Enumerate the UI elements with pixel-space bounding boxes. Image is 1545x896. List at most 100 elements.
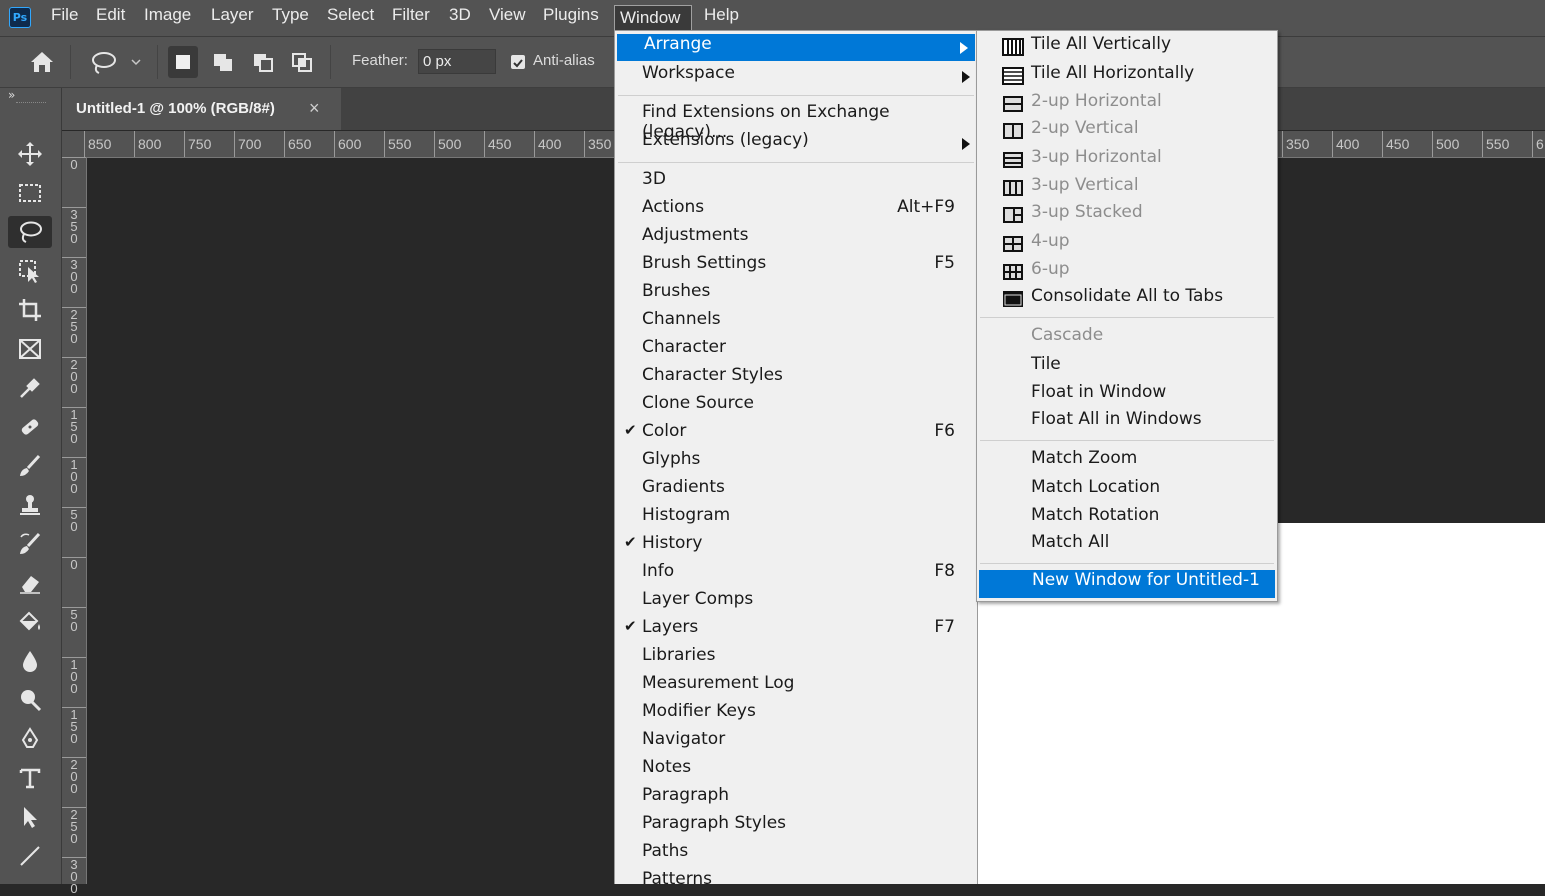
dodge-tool[interactable] (14, 684, 46, 716)
tile-vertical-icon (1002, 38, 1024, 56)
menu-item-notes[interactable]: Notes (615, 757, 977, 784)
menu-layer[interactable]: Layer (206, 5, 258, 31)
menu-item-consolidate-all-to-tabs[interactable]: Consolidate All to Tabs (977, 286, 1277, 313)
menu-item-adjustments[interactable]: Adjustments (615, 225, 977, 252)
antialias-label: Anti-alias (533, 52, 595, 69)
menu-item-tile-all-horizontally[interactable]: Tile All Horizontally (977, 63, 1277, 90)
frame-tool[interactable] (14, 333, 46, 365)
menu-item-tile[interactable]: Tile (977, 354, 1277, 381)
path-select-tool[interactable] (14, 801, 46, 833)
menu-item-gradients[interactable]: Gradients (615, 477, 977, 504)
lasso-tool[interactable] (8, 216, 52, 248)
menu-item-tile-all-vertically[interactable]: Tile All Vertically (977, 34, 1277, 61)
menu-item-paragraph[interactable]: Paragraph (615, 785, 977, 812)
menu-item-workspace[interactable]: Workspace (615, 63, 977, 90)
object-select-tool[interactable] (14, 255, 46, 287)
history-brush-tool[interactable] (14, 528, 46, 560)
menu-item-measurement-log[interactable]: Measurement Log (615, 673, 977, 700)
panel-collapse-button[interactable]: » (8, 88, 15, 102)
menu-item-label: Brush Settings (642, 253, 767, 273)
intersect-selection-button[interactable] (287, 46, 317, 78)
menu-item-modifier-keys[interactable]: Modifier Keys (615, 701, 977, 728)
menu-item-history[interactable]: History ✔ (615, 533, 977, 560)
menu-separator (618, 162, 974, 163)
menu-item-layers[interactable]: Layers F7 ✔ (615, 617, 977, 644)
ruler-label: 600 (334, 131, 361, 157)
menu-item-paths[interactable]: Paths (615, 841, 977, 868)
photoshop-logo[interactable]: Ps (9, 7, 31, 28)
eraser-tool[interactable] (14, 567, 46, 599)
menu-item-actions[interactable]: Actions Alt+F9 (615, 197, 977, 224)
menu-item-3d[interactable]: 3D (615, 169, 977, 196)
feather-input[interactable]: 0 px (418, 49, 496, 74)
menu-item-channels[interactable]: Channels (615, 309, 977, 336)
menu-image[interactable]: Image (139, 5, 201, 31)
menu-item-extensions-legacy[interactable]: Extensions (legacy) (615, 130, 977, 157)
menu-item-glyphs[interactable]: Glyphs (615, 449, 977, 476)
menu-3d[interactable]: 3D (444, 5, 476, 31)
menu-item-paragraph-styles[interactable]: Paragraph Styles (615, 813, 977, 840)
menu-plugins[interactable]: Plugins (538, 5, 608, 31)
healing-tool[interactable] (14, 411, 46, 443)
document-tab[interactable]: Untitled-1 @ 100% (RGB/8#) × (62, 88, 341, 130)
menu-item-brush-settings[interactable]: Brush Settings F5 (615, 253, 977, 280)
menu-item-match-zoom[interactable]: Match Zoom (977, 448, 1277, 475)
home-icon[interactable] (28, 49, 56, 75)
menu-help[interactable]: Help (699, 5, 745, 31)
menu-edit[interactable]: Edit (91, 5, 131, 31)
brush-tool[interactable] (14, 450, 46, 482)
panel-grip[interactable] (16, 102, 46, 105)
menu-filter[interactable]: Filter (387, 5, 437, 31)
type-tool[interactable] (14, 762, 46, 794)
menu-item-match-location[interactable]: Match Location (977, 477, 1277, 504)
line-tool[interactable] (14, 840, 46, 872)
4up-icon (1002, 235, 1024, 253)
menu-item-new-window-for-untitled-1[interactable]: New Window for Untitled-1 (979, 570, 1275, 598)
ruler-label: 3 5 0 (62, 207, 86, 245)
menu-item-character[interactable]: Character (615, 337, 977, 364)
menu-item-navigator[interactable]: Navigator (615, 729, 977, 756)
menu-item-histogram[interactable]: Histogram (615, 505, 977, 532)
menu-item-character-styles[interactable]: Character Styles (615, 365, 977, 392)
menu-item-label: Consolidate All to Tabs (1031, 286, 1224, 306)
paint-bucket-tool[interactable] (14, 606, 46, 638)
new-selection-button[interactable] (168, 46, 198, 78)
ruler-label: 3 0 0 (62, 257, 86, 295)
menu-item-libraries[interactable]: Libraries (615, 645, 977, 672)
crop-tool[interactable] (14, 294, 46, 326)
menu-item-patterns[interactable]: Patterns (615, 869, 977, 896)
ruler-label: 1 5 0 (62, 707, 86, 745)
eyedropper-tool[interactable] (14, 372, 46, 404)
stamp-tool[interactable] (14, 489, 46, 521)
menu-view[interactable]: View (484, 5, 530, 31)
menu-item-info[interactable]: Info F8 (615, 561, 977, 588)
menu-window[interactable]: Window (614, 5, 692, 31)
menu-file[interactable]: File (46, 5, 86, 31)
move-tool[interactable] (14, 138, 46, 170)
pen-icon (21, 727, 39, 748)
blur-tool[interactable] (14, 645, 46, 677)
menu-item-float-in-window[interactable]: Float in Window (977, 382, 1277, 409)
menu-item-brushes[interactable]: Brushes (615, 281, 977, 308)
menu-item-match-all[interactable]: Match All (977, 532, 1277, 559)
close-tab-icon[interactable]: × (309, 98, 320, 119)
antialias-checkbox[interactable] (511, 55, 525, 69)
menu-item-arrange[interactable]: Arrange (617, 34, 975, 61)
menu-item-find-extensions-on-exchange-legacy[interactable]: Find Extensions on Exchange (legacy)... (615, 102, 977, 142)
menu-item-label: Layers (642, 617, 699, 637)
menu-item-label: 3-up Stacked (1031, 202, 1143, 222)
pen-tool[interactable] (14, 723, 46, 755)
marquee-tool[interactable] (14, 177, 46, 209)
menu-select[interactable]: Select (322, 5, 380, 31)
subtract-from-selection-button[interactable] (248, 46, 278, 78)
menu-item-float-all-in-windows[interactable]: Float All in Windows (977, 409, 1277, 436)
add-to-selection-button[interactable] (208, 46, 238, 78)
vertical-ruler[interactable]: 0 3 5 0 3 0 0 2 5 0 2 0 0 1 5 0 1 0 0 5 0 0 5 0 1 … (62, 157, 87, 895)
menu-item-color[interactable]: Color F6 ✔ (615, 421, 977, 448)
menu-item-match-rotation[interactable]: Match Rotation (977, 505, 1277, 532)
menu-type[interactable]: Type (267, 5, 315, 31)
menu-item-clone-source[interactable]: Clone Source (615, 393, 977, 420)
menu-item-label: Extensions (legacy) (642, 130, 809, 150)
lasso-preset-picker[interactable] (88, 49, 146, 75)
menu-item-layer-comps[interactable]: Layer Comps (615, 589, 977, 616)
